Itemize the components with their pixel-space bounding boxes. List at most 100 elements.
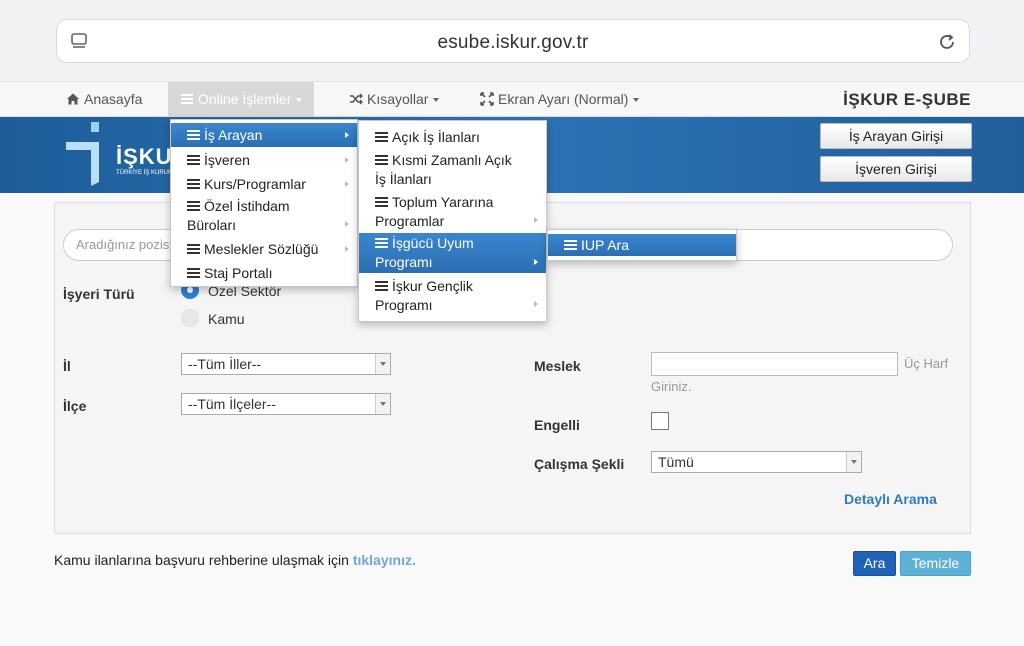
reload-icon[interactable] — [935, 30, 959, 54]
chevron-right-icon — [345, 181, 349, 187]
nav-online-islemler[interactable]: Online İşlemler — [168, 82, 315, 117]
nav-home[interactable]: Anasayfa — [66, 82, 142, 117]
menu-item-iup-ara[interactable]: IUP Ara — [548, 234, 736, 256]
meslek-hint-2: Giriniz. — [651, 379, 692, 394]
chevron-down-icon — [375, 394, 390, 414]
chevron-right-icon — [345, 132, 349, 138]
list-icon — [375, 155, 388, 166]
detayli-arama-link[interactable]: Detaylı Arama — [844, 491, 937, 507]
menu-item-label: Staj Portalı — [204, 265, 273, 281]
menu-item-label: IUP Ara — [581, 237, 629, 253]
il-select-value: --Tüm İller-- — [188, 356, 262, 372]
menu-item-label-2: İş İlanları — [375, 171, 432, 187]
nav-ekran-ayari[interactable]: Ekran Ayarı (Normal) — [480, 82, 640, 117]
iskur-logo-icon — [66, 122, 99, 186]
nav-home-label: Anasayfa — [84, 91, 143, 107]
nav-kisayollar[interactable]: Kısayollar — [349, 82, 440, 117]
footer-text: Kamu ilanlarına başvuru rehberine ulaşma… — [54, 552, 416, 568]
menu-item-label-2: Programı — [375, 254, 433, 270]
nav-kisayollar-label: Kısayollar — [367, 91, 429, 107]
iskur-logo[interactable]: İŞKUR TÜRKİYE İŞ KURUMU — [64, 120, 188, 188]
chevron-down-icon — [633, 98, 640, 103]
list-icon — [187, 155, 200, 166]
nav-online-label: Online İşlemler — [198, 91, 292, 107]
chevron-right-icon — [534, 301, 538, 307]
menu-item-ozel-istihdam[interactable]: Özel İstihdam Büroları — [171, 196, 357, 236]
footer-link[interactable]: tıklayınız. — [353, 552, 416, 568]
menu-item-label-2: Programı — [375, 297, 433, 313]
menu-item-is-arayan[interactable]: İş Arayan — [171, 123, 357, 147]
ara-button[interactable]: Ara — [853, 551, 896, 576]
url-text: esube.iskur.gov.tr — [437, 32, 589, 53]
logo-subtitle: TÜRKİYE İŞ KURUMU — [116, 170, 178, 176]
engelli-label: Engelli — [534, 417, 580, 433]
il-label: İl — [63, 358, 71, 374]
isyeri-turu-label: İşyeri Türü — [63, 286, 135, 302]
calisma-sekli-label: Çalışma Şekli — [534, 456, 625, 472]
temizle-button[interactable]: Temizle — [900, 551, 971, 576]
menu-item-staj-portali[interactable]: Staj Portalı — [171, 261, 357, 285]
menu-item-acik-is-ilanlari[interactable]: Açık İş İlanları — [359, 125, 546, 149]
login-seeker-button[interactable]: İş Arayan Girişi — [820, 123, 972, 149]
ilce-label: İlçe — [63, 398, 87, 414]
shuffle-icon — [350, 93, 363, 105]
chevron-right-icon — [345, 221, 349, 227]
menu-item-label: Özel İstihdam — [204, 198, 290, 214]
menu-item-label: İşgücü Uyum — [392, 235, 474, 251]
meslek-label: Meslek — [534, 358, 581, 374]
radio-kamu[interactable] — [181, 309, 199, 327]
menu-item-kurs-programlar[interactable]: Kurs/Programlar — [171, 172, 357, 196]
is-arayan-submenu: Açık İş İlanları Kısmi Zamanlı Açık İş İl… — [358, 120, 547, 322]
chevron-right-icon — [345, 246, 349, 252]
list-icon — [181, 94, 193, 104]
list-icon — [375, 197, 388, 208]
list-icon — [375, 281, 388, 292]
browser-toolbar: esube.iskur.gov.tr — [0, 0, 1024, 82]
menu-item-label: İşkur Gençlik — [392, 278, 473, 294]
chevron-right-icon — [534, 259, 538, 265]
menu-item-toplum-yararina[interactable]: Toplum Yararına Programlar — [359, 192, 546, 232]
isgucu-uyum-submenu: IUP Ara — [547, 229, 737, 261]
radio-kamu-label: Kamu — [208, 311, 245, 327]
list-icon — [187, 179, 200, 190]
online-islemler-menu: İş Arayan İşveren Kurs/Programlar Özel İ… — [170, 119, 358, 287]
list-icon — [375, 238, 388, 249]
login-employer-button[interactable]: İşveren Girişi — [820, 156, 972, 182]
fullscreen-icon — [480, 92, 494, 106]
list-icon — [187, 268, 200, 279]
list-icon — [187, 201, 200, 212]
chevron-right-icon — [345, 157, 349, 163]
footer-text-label: Kamu ilanlarına başvuru rehberine ulaşma… — [54, 552, 349, 568]
menu-item-label: Kurs/Programlar — [204, 176, 306, 192]
nav-ekran-label: Ekran Ayarı (Normal) — [498, 91, 629, 107]
calisma-sekli-select[interactable]: Tümü — [651, 451, 862, 473]
address-bar[interactable]: esube.iskur.gov.tr — [56, 19, 970, 63]
menu-item-label: İşveren — [204, 152, 250, 168]
menu-item-label: İş Arayan — [204, 127, 263, 143]
menu-item-iskur-genclik[interactable]: İşkur Gençlik Programı — [359, 276, 546, 316]
menu-item-label-2: Büroları — [187, 217, 237, 233]
menu-item-kismi-zamanli[interactable]: Kısmi Zamanlı Açık İş İlanları — [359, 150, 546, 190]
menu-item-label: Meslekler Sözlüğü — [204, 241, 319, 257]
ilce-select[interactable]: --Tüm İlçeler-- — [181, 393, 391, 415]
chevron-down-icon — [433, 98, 440, 103]
engelli-checkbox[interactable] — [651, 412, 669, 430]
menu-item-isveren[interactable]: İşveren — [171, 148, 357, 172]
chevron-down-icon — [375, 354, 390, 374]
menu-item-meslekler-sozlugu[interactable]: Meslekler Sözlüğü — [171, 237, 357, 261]
list-icon — [187, 130, 200, 141]
il-select[interactable]: --Tüm İller-- — [181, 353, 391, 375]
menu-item-label: Toplum Yararına — [392, 194, 494, 210]
chevron-down-icon — [296, 98, 303, 103]
list-icon — [564, 240, 577, 251]
chevron-down-icon — [846, 452, 861, 472]
menu-item-label-2: Programlar — [375, 213, 445, 229]
ilce-select-value: --Tüm İlçeler-- — [188, 396, 276, 412]
meslek-hint-1: Üç Harf — [904, 356, 949, 371]
list-icon — [375, 132, 388, 143]
meslek-input[interactable] — [651, 352, 898, 376]
menu-item-isgucu-uyum[interactable]: İşgücü Uyum Programı — [359, 233, 546, 273]
menu-item-label: Açık İş İlanları — [392, 129, 480, 145]
brand-title: İŞKUR E-ŞUBE — [843, 90, 971, 109]
chevron-right-icon — [534, 217, 538, 223]
